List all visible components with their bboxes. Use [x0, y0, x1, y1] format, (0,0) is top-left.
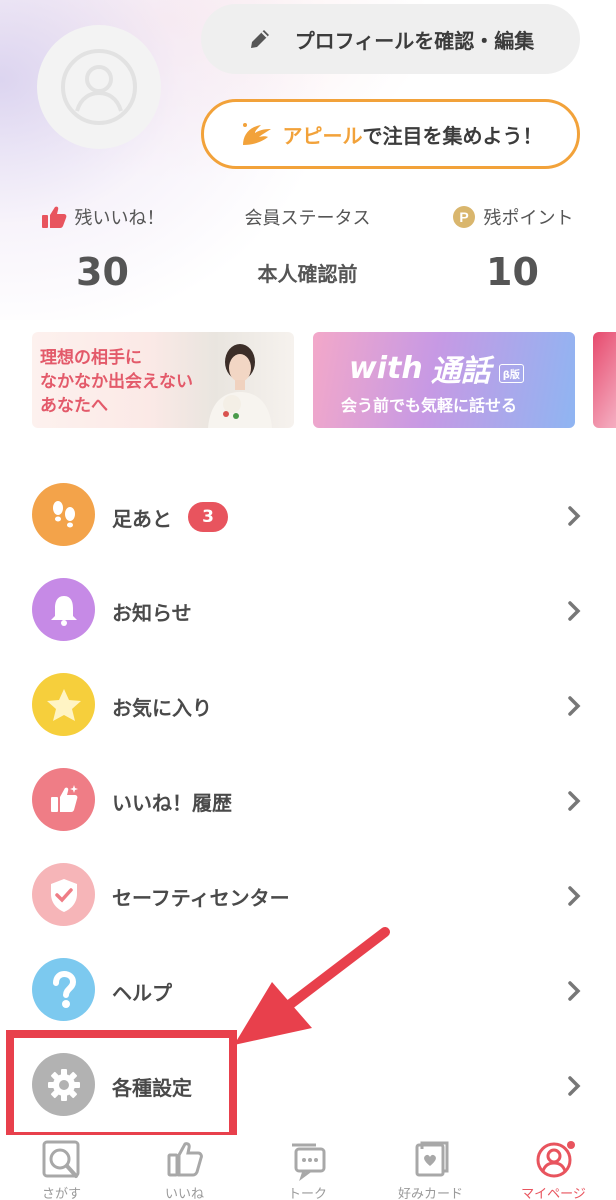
footprints-text: 足あと [112, 506, 172, 531]
question-icon [32, 958, 95, 1021]
ideal-banner-text: 理想の相手に なかなか出会えない あなたへ [40, 346, 193, 418]
with-call-subtitle: 会う前でも気軽に話せる [341, 396, 518, 415]
banner-carousel[interactable]: 理想の相手に なかなか出会えない あなたへ with 通話 β版 会う前でも気軽… [0, 332, 616, 430]
thumbs-up-icon [41, 206, 66, 228]
avatar[interactable] [37, 25, 161, 149]
likes-left-label: 残いいね！ [74, 208, 165, 229]
chevron-right-icon [568, 791, 581, 811]
member-status-value: 本人確認前 [257, 262, 358, 286]
appeal-rest-text: で注目を集めよう！ [362, 123, 543, 148]
wing-icon [242, 123, 271, 145]
star-icon [32, 673, 95, 736]
tab-talk[interactable]: トーク [246, 1135, 369, 1200]
tab-preference-cards-label: 好みカード [397, 1187, 463, 1200]
member-status-label: 会員ステータス [244, 208, 371, 229]
points-label: 残ポイント [483, 208, 574, 229]
member-status-stat: 会員ステータス 本人確認前 [205, 200, 410, 287]
stats-panel: 残いいね！ 30 会員ステータス 本人確認前 P 残ポイント 10 [0, 200, 616, 300]
thumbs-up-icon [32, 768, 95, 831]
tab-talk-label: トーク [287, 1187, 327, 1200]
chevron-right-icon [568, 601, 581, 621]
bell-icon [32, 578, 95, 641]
appeal-accent-text: アピール [282, 123, 363, 148]
woman-photo [208, 344, 272, 428]
chevron-right-icon [568, 1076, 581, 1096]
menu-item-footprints[interactable]: 足あと 3 [0, 468, 616, 563]
points-stat: P 残ポイント 10 [410, 200, 615, 294]
with-call-title-latin: with [349, 350, 423, 386]
menu-item-favorites[interactable]: お気に入り [0, 658, 616, 753]
tab-mypage[interactable]: マイページ [492, 1135, 615, 1200]
menu-label-help: ヘルプ [112, 981, 172, 1005]
footprints-icon [32, 483, 95, 546]
tab-search[interactable]: さがす [0, 1135, 123, 1200]
likes-left-stat: 残いいね！ 30 [0, 200, 205, 294]
with-call-title: with 通話 β版 [349, 346, 524, 390]
chat-icon [291, 1143, 325, 1181]
menu-label-favorites: お気に入り [112, 696, 212, 720]
likes-left-label-row: 残いいね！ [0, 200, 205, 234]
svg-text:P: P [459, 209, 468, 225]
menu-item-notifications[interactable]: お知らせ [0, 563, 616, 658]
with-call-title-jp: 通話 [430, 354, 491, 389]
chevron-right-icon [568, 981, 581, 1001]
point-coin-icon: P [452, 206, 475, 228]
menu-item-like-history[interactable]: いいね！履歴 [0, 753, 616, 848]
red-arrow-annotation [234, 927, 390, 1045]
chevron-right-icon [568, 506, 581, 526]
tab-search-label: さがす [41, 1187, 81, 1200]
bottom-tab-bar: さがす いいね トーク 好みカード マイページ [0, 1135, 616, 1200]
menu-label-like-history: いいね！履歴 [112, 791, 232, 815]
menu-label-notifications: お知らせ [112, 601, 192, 625]
profile-icon [536, 1141, 575, 1178]
tab-preference-cards[interactable]: 好みカード [369, 1135, 492, 1200]
ideal-partner-banner[interactable]: 理想の相手に なかなか出会えない あなたへ [32, 332, 294, 428]
menu-label-footprints: 足あと 3 [112, 502, 228, 532]
chevron-right-icon [568, 886, 581, 906]
tab-mypage-label: マイページ [521, 1187, 586, 1200]
appeal-button[interactable]: アピールで注目を集めよう！ [201, 99, 580, 169]
ideal-banner-line2: なかなか出会えない [40, 372, 193, 392]
footprints-count-badge: 3 [188, 502, 228, 532]
like-icon [167, 1142, 203, 1177]
ideal-banner-line3: あなたへ [40, 396, 108, 416]
search-icon [42, 1140, 79, 1178]
menu-label-safety-center: セーフティセンター [112, 886, 290, 910]
next-banner-peek[interactable] [593, 332, 616, 428]
tab-likes-label: いいね [164, 1187, 204, 1200]
tab-likes[interactable]: いいね [123, 1135, 246, 1200]
edit-profile-button[interactable]: プロフィールを確認・編集 [201, 4, 580, 74]
ideal-banner-line1: 理想の相手に [40, 348, 142, 368]
card-icon [415, 1141, 448, 1177]
likes-left-value: 30 [76, 250, 129, 294]
points-value: 10 [486, 250, 539, 294]
appeal-label: アピールで注目を集めよう！ [283, 120, 543, 149]
beta-badge: β版 [498, 363, 524, 383]
settings-highlight-box [6, 1030, 237, 1140]
points-label-row: P 残ポイント [410, 200, 615, 234]
user-placeholder-icon [61, 49, 137, 125]
chevron-right-icon [568, 696, 581, 716]
with-call-banner[interactable]: with 通話 β版 会う前でも気軽に話せる [313, 332, 575, 428]
shield-icon [32, 863, 95, 926]
pencil-icon [250, 30, 269, 48]
edit-profile-label: プロフィールを確認・編集 [294, 28, 535, 53]
